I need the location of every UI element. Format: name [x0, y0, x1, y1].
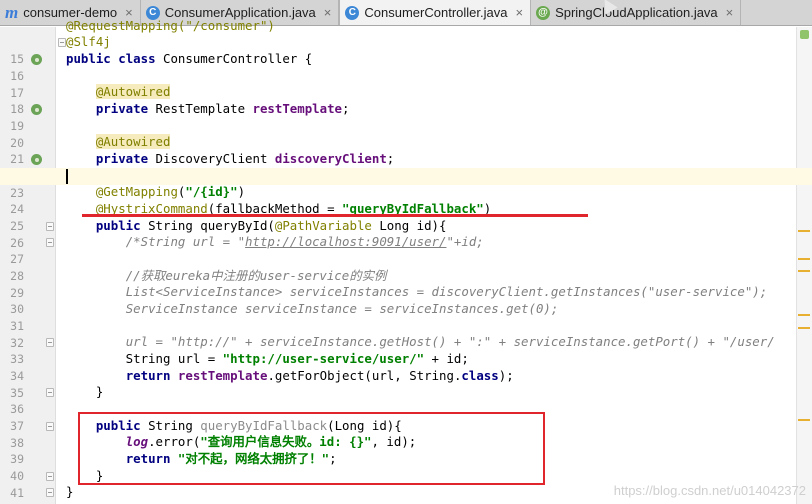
watermark: https://blog.csdn.net/u014042372	[613, 483, 806, 498]
annotation: @Slf4j	[66, 34, 111, 49]
code-comment: //获取eureka中注册的user-service的实例	[125, 268, 387, 283]
code-line: 28	[0, 251, 812, 283]
fold-icon[interactable]	[46, 422, 54, 431]
code-line: 18 @Autowired	[0, 84, 812, 116]
annotation: @Autowired	[95, 84, 171, 99]
code-line: 19 private RestTemplate restTemplate;	[0, 101, 812, 133]
code-line: 20	[0, 118, 812, 150]
fold-icon[interactable]	[46, 222, 54, 231]
code-line: 27 /*String url = "http://localhost:9091…	[0, 234, 812, 266]
code-line: 17	[0, 68, 812, 100]
code-line: 26 public String queryById(@PathVariable…	[0, 218, 812, 250]
fold-icon[interactable]	[58, 38, 66, 47]
fold-icon[interactable]	[46, 238, 54, 247]
code-line: 32	[0, 318, 812, 350]
fold-icon[interactable]	[46, 388, 54, 397]
highlight-underline	[82, 214, 588, 217]
line-number: 42	[0, 501, 24, 504]
highlight-box	[78, 412, 545, 485]
code-line: 34 String url = "http://user-service/use…	[0, 351, 812, 383]
spring-bean-gutter-icon[interactable]	[31, 54, 42, 65]
code-line: 21 @Autowired	[0, 134, 812, 166]
code-line: 22 private DiscoveryClient discoveryClie…	[0, 151, 812, 183]
code-comment: url = "http://" + serviceInstance.getHos…	[125, 334, 775, 349]
code-line: 15 @Slf4j	[0, 34, 812, 66]
code-line: 35 return restTemplate.getForObject(url,…	[0, 368, 812, 400]
fold-icon[interactable]	[46, 488, 54, 497]
code-line: 29 //获取eureka中注册的user-service的实例	[0, 268, 812, 300]
code-comment: ServiceInstance serviceInstance = servic…	[125, 301, 559, 316]
code-line: 16 public class ConsumerController {	[0, 51, 812, 83]
code-line: 24 @GetMapping("/{id}")	[0, 184, 812, 216]
code-line: 36 }	[0, 384, 812, 416]
code-line: 31 ServiceInstance serviceInstance = ser…	[0, 301, 812, 333]
code-line: 30 List<ServiceInstance> serviceInstance…	[0, 284, 812, 316]
annotation: @Autowired	[95, 134, 171, 149]
code-line: 33 url = "http://" + serviceInstance.get…	[0, 334, 812, 366]
code-comment: List<ServiceInstance> serviceInstances =…	[125, 284, 768, 299]
code-line: @RequestMapping("/consumer")	[0, 18, 812, 35]
text-caret	[66, 169, 68, 184]
fold-icon[interactable]	[46, 472, 54, 481]
fold-icon[interactable]	[46, 338, 54, 347]
autowired-gutter-icon[interactable]	[31, 104, 42, 115]
autowired-gutter-icon[interactable]	[31, 154, 42, 165]
annotation: @RequestMapping("/consumer")	[66, 18, 275, 33]
current-code-line[interactable]: 23	[0, 168, 812, 200]
